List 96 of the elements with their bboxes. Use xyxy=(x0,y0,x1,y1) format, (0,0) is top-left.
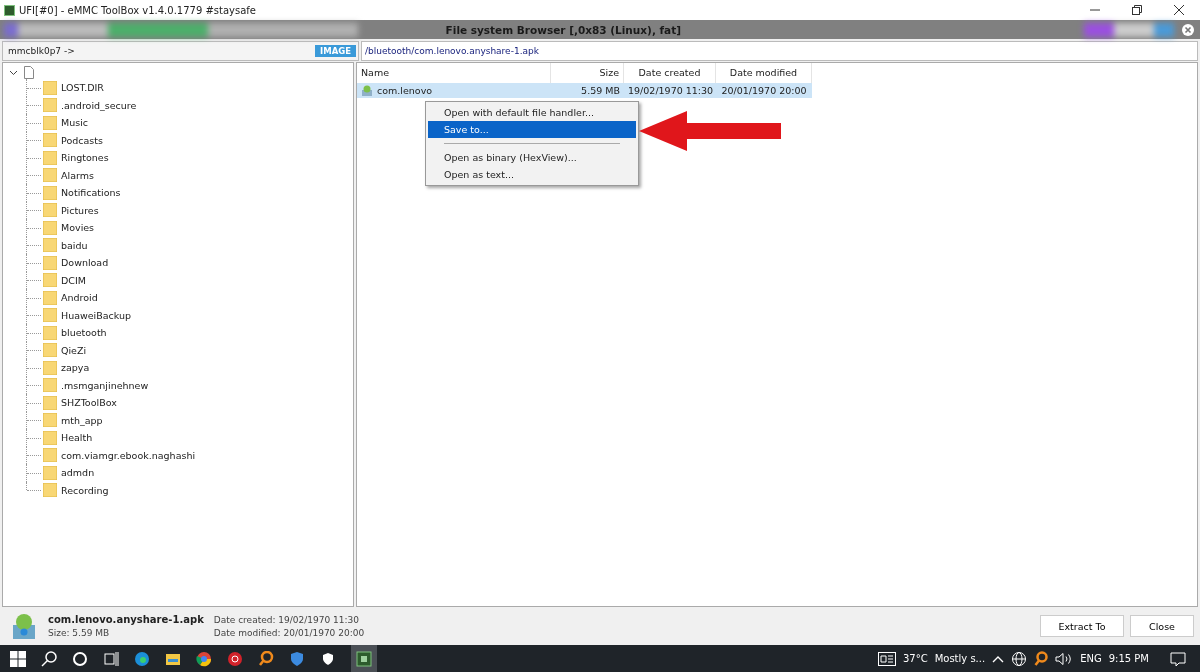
folder-icon xyxy=(43,273,57,288)
tree-item[interactable]: Podcasts xyxy=(61,134,103,146)
menu-item[interactable]: Open as text... xyxy=(428,166,636,183)
device-field[interactable]: mmcblk0p7 -> IMAGE xyxy=(2,41,359,61)
magnifier-icon[interactable] xyxy=(258,650,274,667)
browser-icon[interactable] xyxy=(196,650,212,667)
folder-icon xyxy=(43,220,57,235)
image-badge: IMAGE xyxy=(315,45,356,57)
folder-icon xyxy=(43,430,57,445)
tree-item[interactable]: Alarms xyxy=(61,169,94,181)
folder-icon xyxy=(43,465,57,480)
tree-item[interactable]: bluetooth xyxy=(61,327,107,339)
window-title: UFI[#0] - eMMC ToolBox v1.4.0.1779 #staysafe xyxy=(19,4,257,16)
dialog-button[interactable]: Extract To xyxy=(1040,615,1124,637)
tree-item[interactable]: .android_secure xyxy=(61,99,137,111)
folder-icon xyxy=(43,378,57,393)
folder-icon xyxy=(43,168,57,183)
date-created: Date created: 19/02/1970 11:30 xyxy=(213,614,360,625)
menu-item[interactable]: Save to... xyxy=(428,121,636,138)
folder-icon xyxy=(43,360,57,375)
search-icon[interactable] xyxy=(41,650,57,667)
browser-icon[interactable] xyxy=(134,650,150,667)
folder-icon xyxy=(43,413,57,428)
language-indicator[interactable]: ENG xyxy=(1080,653,1102,664)
folder-icon xyxy=(43,98,57,113)
tree-item[interactable]: zapya xyxy=(61,362,90,374)
tree-item[interactable]: .msmganjinehnew xyxy=(61,379,149,391)
tree-item[interactable]: mth_app xyxy=(61,414,103,426)
menu-item[interactable]: Open as binary (HexView)... xyxy=(428,149,636,166)
tree-item[interactable]: QieZi xyxy=(61,344,87,356)
folder-icon xyxy=(43,483,57,498)
folder-icon xyxy=(43,395,57,410)
tree-item[interactable]: SHZToolBox xyxy=(61,397,117,409)
tree-item[interactable]: Download xyxy=(61,257,109,269)
dialog-button[interactable]: Close xyxy=(1130,615,1194,637)
folder-icon xyxy=(43,133,57,148)
windows-start-icon[interactable] xyxy=(10,650,26,667)
folder-icon xyxy=(43,325,57,340)
file-name: com.lenovo.anyshare-1.apk xyxy=(48,614,204,625)
folder-icon xyxy=(43,185,57,200)
panel-title: File system Browser [,0x83 (Linux), fat] xyxy=(444,23,682,36)
file-row[interactable]: com.lenovo 5.59 MB 19/02/1970 11:30 20/01/1970 20:00 xyxy=(357,83,812,98)
menu-item[interactable]: Open with default file handler... xyxy=(428,104,636,121)
package-icon xyxy=(361,84,373,97)
folder-icon xyxy=(43,150,57,165)
folder-icon xyxy=(43,115,57,130)
weather-temperature[interactable]: 37°C xyxy=(902,653,928,664)
notification-icon[interactable] xyxy=(1170,650,1186,667)
folder-icon xyxy=(43,343,57,358)
circle-icon[interactable] xyxy=(72,650,88,667)
tree-item[interactable]: Movies xyxy=(61,222,95,234)
folder-icon xyxy=(43,308,57,323)
speaker-icon[interactable] xyxy=(1055,651,1074,666)
tree-item[interactable]: Music xyxy=(61,117,89,129)
app-taskbar-icon[interactable] xyxy=(351,645,377,672)
news-icon[interactable] xyxy=(877,651,896,666)
magnifier-icon[interactable] xyxy=(1034,650,1049,667)
tree-item[interactable]: Notifications xyxy=(61,187,121,199)
tree-item[interactable]: HuaweiBackup xyxy=(61,309,132,321)
record-icon[interactable] xyxy=(227,650,243,667)
task-view-icon[interactable] xyxy=(103,650,119,667)
tree-item[interactable]: Ringtones xyxy=(61,152,109,164)
restore-icon[interactable] xyxy=(1131,4,1143,16)
tree-item[interactable]: Recording xyxy=(61,484,109,496)
file-size: Size: 5.59 MB xyxy=(48,628,111,638)
folder-icon xyxy=(43,255,57,270)
folder-icon xyxy=(43,448,57,463)
folder-icon xyxy=(43,80,57,95)
clock[interactable]: 9:15 PM xyxy=(1108,653,1149,664)
table-cell-text: 19/02/1970 11:30 xyxy=(627,85,715,96)
table-cell-text: 5.59 MB xyxy=(580,85,621,96)
path-field[interactable]: /bluetooth/com.lenovo.anyshare-1.apk xyxy=(361,41,1198,61)
document-icon xyxy=(24,66,34,79)
date-modified: Date modified: 20/01/1970 20:00 xyxy=(213,627,365,638)
folder-icon xyxy=(43,238,57,253)
tree-item[interactable]: admdn xyxy=(61,467,95,479)
package-icon xyxy=(10,612,38,640)
folder-icon xyxy=(43,203,57,218)
weather-text[interactable]: Mostly s... xyxy=(934,653,986,664)
arrow-icon xyxy=(639,111,781,151)
folder-icon xyxy=(43,290,57,305)
close-icon[interactable] xyxy=(1173,4,1185,16)
tree-item[interactable]: baidu xyxy=(61,239,88,251)
caret-icon[interactable] xyxy=(9,68,18,77)
tree-item[interactable]: LOST.DIR xyxy=(61,82,104,94)
tree-item[interactable]: com.viamgr.ebook.naghashi xyxy=(61,449,196,461)
tree-item[interactable]: Pictures xyxy=(61,204,99,216)
chevron-up-icon[interactable] xyxy=(992,654,1005,663)
tree-item[interactable]: Android xyxy=(61,292,98,304)
table-cell: com.lenovo xyxy=(377,85,433,96)
table-cell-text: 20/01/1970 20:00 xyxy=(720,85,808,96)
tree-item[interactable]: Health xyxy=(61,432,93,444)
tree-item[interactable]: DCIM xyxy=(61,274,86,286)
app-icon xyxy=(4,4,15,16)
shield-icon[interactable] xyxy=(320,650,336,667)
globe-icon[interactable] xyxy=(1011,650,1028,667)
